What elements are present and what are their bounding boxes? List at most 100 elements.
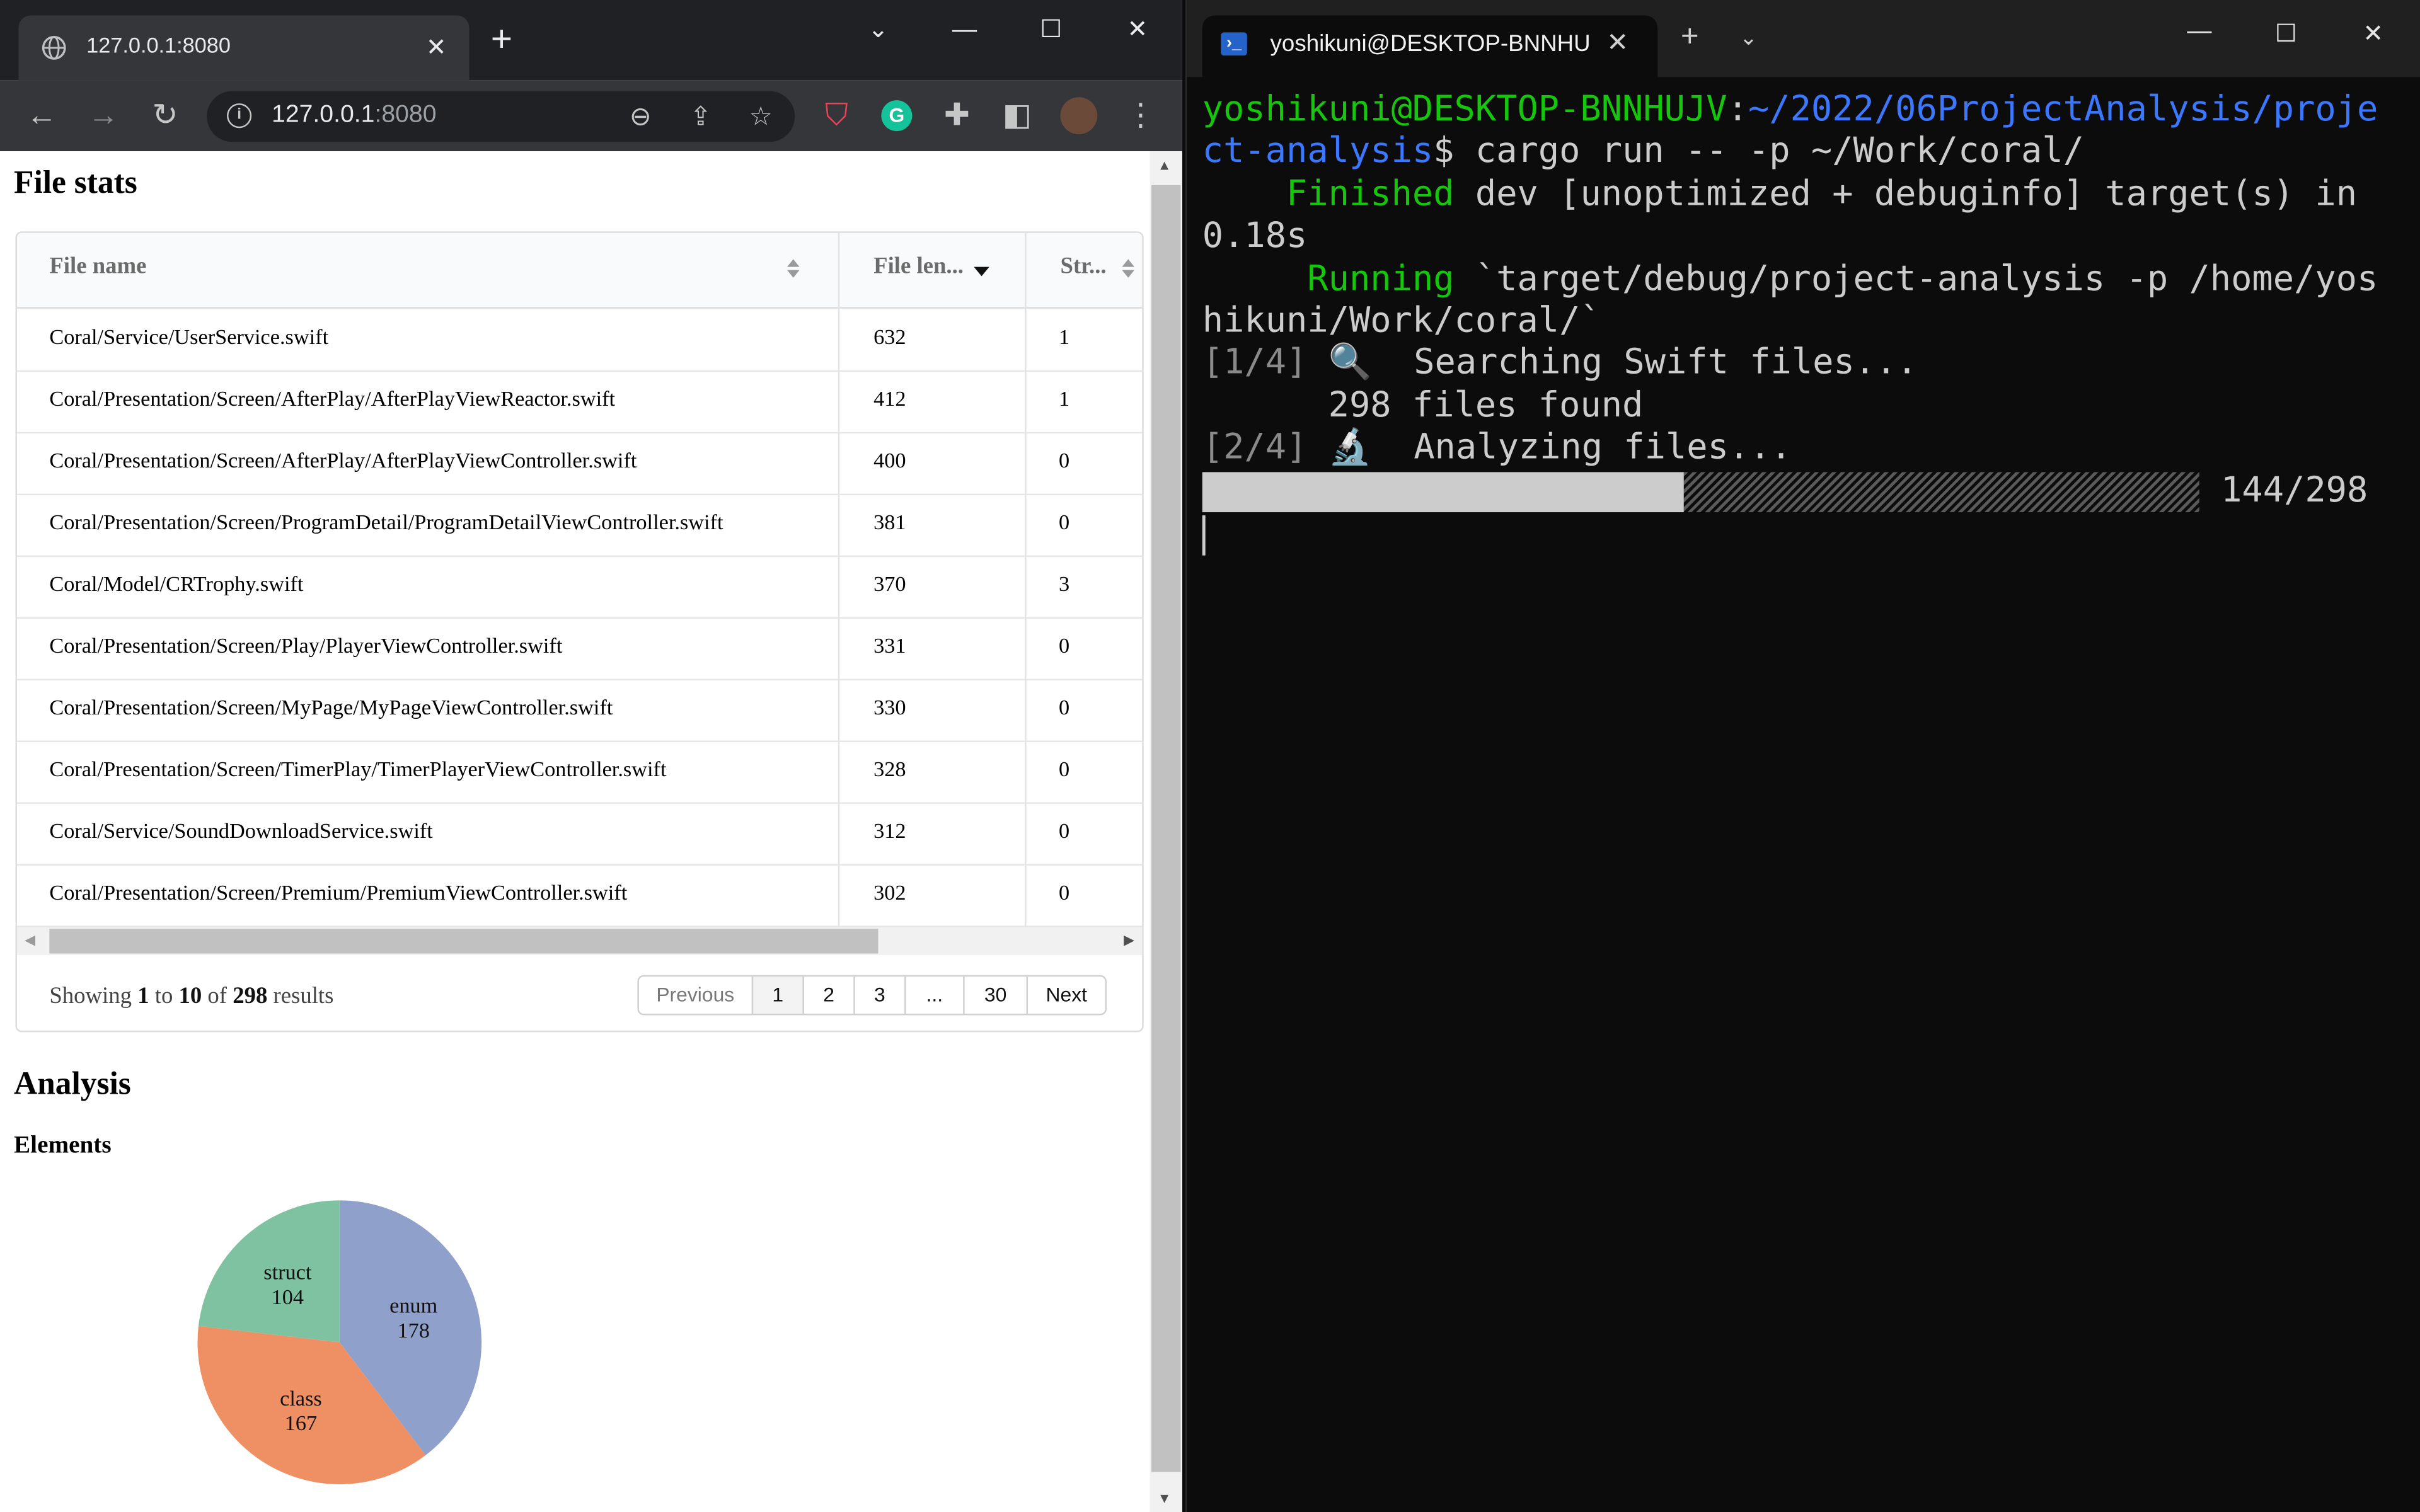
previous-page-button[interactable]: Previous bbox=[639, 976, 752, 1014]
table-row: Coral/Presentation/Screen/AfterPlay/Afte… bbox=[16, 370, 1143, 434]
file-length-cell: 632 bbox=[873, 327, 906, 350]
file-name-cell: Coral/Presentation/Screen/Play/PlayerVie… bbox=[49, 635, 563, 659]
vertical-scrollbar[interactable]: ▲ ▼ bbox=[1150, 151, 1182, 1512]
struct-count-cell: 0 bbox=[1059, 759, 1070, 782]
chevron-down-icon[interactable]: ⌄ bbox=[1739, 25, 1758, 51]
terminal-window: ›_ yoshikuni@DESKTOP-BNNHU ✕ + ⌄ — ☐ ✕ y… bbox=[1185, 0, 2420, 1512]
share-icon[interactable]: ⇪ bbox=[681, 97, 721, 137]
file-length-cell: 312 bbox=[873, 820, 906, 844]
struct-count-cell: 1 bbox=[1059, 327, 1070, 350]
analysis-heading: Analysis bbox=[14, 1064, 131, 1102]
close-window-icon[interactable]: ✕ bbox=[1114, 13, 1160, 50]
running-text: `target/debug/project-analysis -p /home/… bbox=[1454, 258, 2378, 299]
col-file-length[interactable]: File len... bbox=[873, 233, 964, 307]
scroll-up-icon[interactable]: ▲ bbox=[1158, 158, 1172, 173]
struct-count-cell: 0 bbox=[1059, 635, 1070, 659]
elements-heading: Elements bbox=[14, 1132, 112, 1159]
minimize-icon[interactable]: — bbox=[2187, 18, 2211, 46]
new-tab-button[interactable]: + bbox=[491, 21, 512, 59]
browser-tab-bar: 127.0.0.1:8080 ✕ + ⌄ — ☐ ✕ bbox=[0, 0, 1182, 81]
maximize-icon[interactable]: ☐ bbox=[2275, 18, 2297, 49]
terminal-tab[interactable]: ›_ yoshikuni@DESKTOP-BNNHU ✕ bbox=[1202, 15, 1658, 77]
globe-icon bbox=[42, 36, 66, 60]
horizontal-scroll-thumb[interactable] bbox=[49, 929, 879, 954]
pagination: Previous 1 2 3 ... 30 Next bbox=[637, 975, 1107, 1016]
browser-tab[interactable]: 127.0.0.1:8080 ✕ bbox=[18, 15, 470, 81]
microscope-icon: 🔬 bbox=[1307, 427, 1393, 468]
step-text: Analyzing files... bbox=[1392, 427, 1792, 468]
file-name-cell: Coral/Presentation/Screen/ProgramDetail/… bbox=[49, 512, 723, 536]
close-window-icon[interactable]: ✕ bbox=[2363, 18, 2383, 49]
terminal-output[interactable]: yoshikuni@DESKTOP-BNNHUJV:~/2022/06Proje… bbox=[1202, 89, 2406, 470]
vertical-scroll-thumb[interactable] bbox=[1151, 185, 1181, 1472]
page-button[interactable]: 30 bbox=[963, 976, 1026, 1014]
file-name-cell: Coral/Model/CRTrophy.swift bbox=[49, 574, 304, 597]
prompt-dollar: $ bbox=[1433, 132, 1455, 172]
close-tab-icon[interactable]: ✕ bbox=[1606, 28, 1628, 59]
page-button[interactable]: 2 bbox=[802, 976, 853, 1014]
table-row: Coral/Presentation/Screen/Premium/Premiu… bbox=[16, 864, 1143, 927]
table-header: File name File len... Str... bbox=[16, 232, 1143, 309]
range-to: 10 bbox=[178, 984, 202, 1009]
page-button[interactable]: 3 bbox=[853, 976, 904, 1014]
progress-remaining bbox=[1683, 472, 2199, 513]
bookmark-star-icon[interactable]: ☆ bbox=[741, 97, 781, 137]
running-label: Running bbox=[1307, 258, 1455, 299]
step-tag: [1/4] bbox=[1202, 343, 1308, 384]
close-tab-icon[interactable]: ✕ bbox=[426, 32, 447, 63]
extensions-puzzle-icon[interactable]: ✚ bbox=[937, 96, 977, 136]
tab-search-icon[interactable]: ⌄ bbox=[855, 13, 901, 50]
prompt-line: ct-analysis$ cargo run -- -p ~/Work/cora… bbox=[1202, 132, 2406, 174]
zoom-icon[interactable]: ⊖ bbox=[620, 97, 660, 137]
scroll-down-icon[interactable]: ▼ bbox=[1158, 1491, 1172, 1506]
web-page: File stats File name File len... Str... … bbox=[0, 151, 1150, 1512]
prompt-path: ct-analysis bbox=[1202, 132, 1434, 172]
back-icon[interactable]: ← bbox=[21, 96, 62, 136]
pocket-icon[interactable]: ⛉ bbox=[817, 96, 857, 136]
struct-count-cell: 3 bbox=[1059, 574, 1070, 597]
grammarly-icon[interactable]: G bbox=[877, 96, 917, 136]
site-info-icon[interactable]: i bbox=[227, 103, 252, 129]
prompt-colon: : bbox=[1727, 89, 1748, 130]
terminal-tab-title: yoshikuni@DESKTOP-BNNHU bbox=[1270, 30, 1591, 57]
minimize-icon[interactable]: — bbox=[942, 13, 988, 50]
table-row: Coral/Service/UserService.swift 632 1 bbox=[16, 309, 1143, 372]
output-line: hikuni/Work/coral/` bbox=[1202, 301, 1601, 341]
next-page-button[interactable]: Next bbox=[1026, 976, 1105, 1014]
maximize-icon[interactable]: ☐ bbox=[1028, 13, 1074, 50]
pagination-summary: Showing 1 to 10 of 298 results bbox=[49, 984, 333, 1011]
table-row: Coral/Presentation/Screen/AfterPlay/Afte… bbox=[16, 432, 1143, 496]
file-length-cell: 370 bbox=[873, 574, 906, 597]
url-host: 127.0.0.1 bbox=[272, 101, 375, 129]
of-label: of bbox=[207, 984, 228, 1009]
output-line: [1/4] 🔍 Searching Swift files... bbox=[1202, 343, 2406, 386]
reload-icon[interactable]: ↻ bbox=[145, 96, 185, 136]
file-name-cell: Coral/Service/SoundDownloadService.swift bbox=[49, 820, 433, 844]
sort-descending-icon[interactable] bbox=[974, 266, 989, 277]
terminal-title-bar: ›_ yoshikuni@DESKTOP-BNNHU ✕ + ⌄ — ☐ ✕ bbox=[1187, 0, 2420, 77]
file-length-cell: 328 bbox=[873, 759, 906, 782]
col-struct[interactable]: Str... bbox=[1060, 233, 1106, 307]
terminal-cursor bbox=[1202, 515, 1206, 556]
pie-label-class: class bbox=[280, 1387, 322, 1411]
horizontal-scrollbar[interactable]: ◀ ▶ bbox=[16, 927, 1143, 955]
scroll-left-icon[interactable]: ◀ bbox=[25, 932, 35, 949]
file-name-cell: Coral/Presentation/Screen/MyPage/MyPageV… bbox=[49, 697, 613, 721]
struct-count-cell: 0 bbox=[1059, 512, 1070, 536]
powershell-icon: ›_ bbox=[1221, 32, 1247, 56]
file-name-cell: Coral/Service/UserService.swift bbox=[49, 327, 329, 350]
page-button[interactable]: 1 bbox=[751, 976, 803, 1014]
profile-avatar[interactable] bbox=[1059, 96, 1099, 136]
finished-text: dev [unoptimized + debuginfo] target(s) … bbox=[1454, 174, 2358, 214]
address-bar[interactable]: i 127.0.0.1:8080 ⊖ ⇪ ☆ bbox=[207, 91, 795, 142]
menu-kebab-icon[interactable]: ⋮ bbox=[1121, 96, 1161, 136]
new-tab-icon[interactable]: + bbox=[1681, 21, 1699, 52]
browser-tab-title: 127.0.0.1:8080 bbox=[86, 32, 231, 57]
side-panel-icon[interactable]: ◧ bbox=[997, 96, 1037, 136]
col-file-name[interactable]: File name bbox=[49, 233, 146, 307]
scroll-right-icon[interactable]: ▶ bbox=[1124, 932, 1134, 949]
file-name-cell: Coral/Presentation/Screen/AfterPlay/Afte… bbox=[49, 389, 616, 412]
forward-icon[interactable]: → bbox=[83, 96, 124, 136]
finished-label: Finished bbox=[1286, 174, 1455, 214]
magnifier-icon: 🔍 bbox=[1307, 343, 1393, 384]
